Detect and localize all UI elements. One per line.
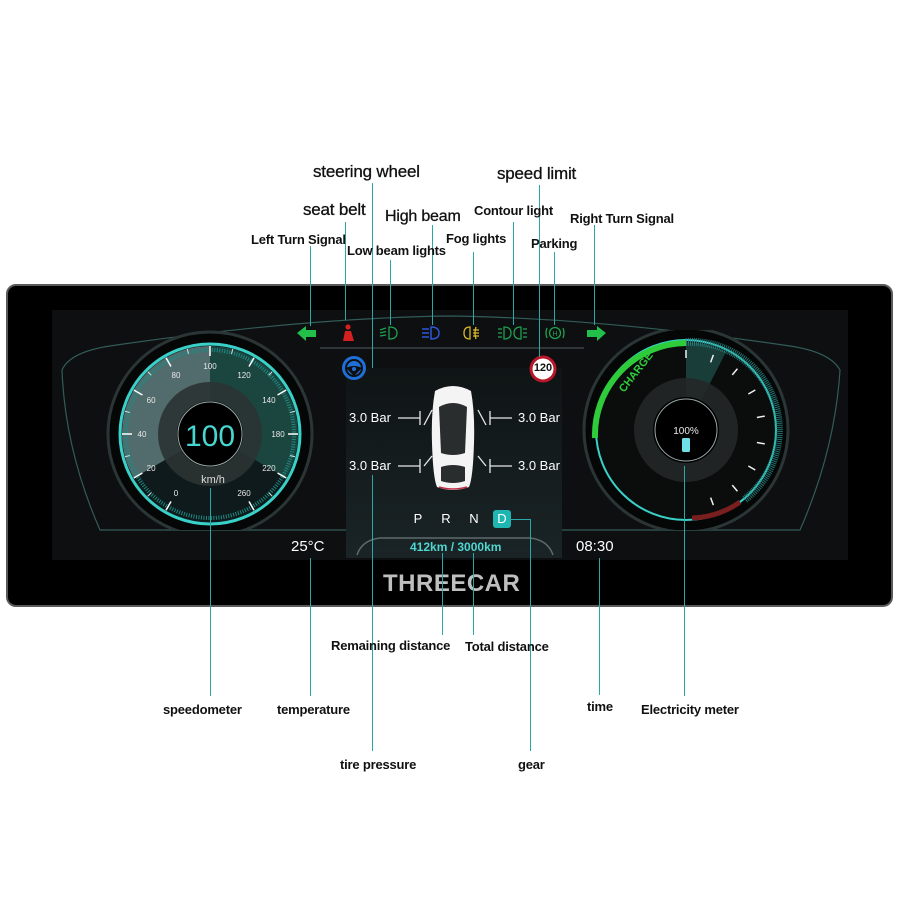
- leader-gear: [530, 519, 531, 751]
- time-readout: 08:30: [576, 538, 614, 555]
- callout-high-beam: High beam: [385, 208, 461, 225]
- leader-contour: [513, 222, 514, 325]
- gear-n[interactable]: N: [460, 510, 488, 528]
- leader-low-beam: [390, 260, 391, 325]
- callout-electricity-meter: Electricity meter: [641, 702, 739, 717]
- gear-selector: P R N D: [404, 510, 511, 528]
- callout-seat-belt: seat belt: [303, 200, 366, 219]
- tire-pressure-leaders: [398, 409, 512, 473]
- gear-r[interactable]: R: [432, 510, 460, 528]
- callout-gear: gear: [518, 757, 545, 772]
- leader-speedometer: [210, 488, 211, 696]
- distance-readout: 412km / 3000km: [410, 540, 502, 554]
- leader-parking: [554, 252, 555, 325]
- leader-remaining-distance: [442, 553, 443, 635]
- callout-time: time: [587, 699, 613, 714]
- temperature-readout: 25°C: [291, 538, 325, 555]
- leader-time: [599, 558, 600, 695]
- leader-steering-wheel: [372, 183, 373, 368]
- callout-parking: Parking: [531, 236, 578, 251]
- leader-fog: [473, 252, 474, 325]
- callout-steering-wheel: steering wheel: [313, 162, 420, 181]
- leader-gear-h: [509, 519, 531, 520]
- leader-temperature: [310, 558, 311, 696]
- callout-contour-light: Contour light: [474, 203, 553, 218]
- callout-left-turn-signal: Left Turn Signal: [251, 232, 346, 247]
- callout-speed-limit: speed limit: [497, 164, 577, 183]
- callout-temperature: temperature: [277, 702, 350, 717]
- leader-electricity-meter: [684, 466, 685, 696]
- callout-fog-lights: Fog lights: [446, 231, 507, 246]
- tire-pressure-front-left: 3.0 Bar: [349, 410, 391, 425]
- leader-high-beam: [432, 225, 433, 325]
- tire-pressure-rear-right: 3.0 Bar: [518, 458, 560, 473]
- callout-tire-pressure: tire pressure: [340, 757, 417, 772]
- leader-right-turn: [594, 225, 595, 325]
- leader-total-distance: [473, 553, 474, 635]
- gear-p[interactable]: P: [404, 510, 432, 528]
- tire-pressure-rear-left: 3.0 Bar: [349, 458, 391, 473]
- callout-speedometer: speedometer: [163, 702, 242, 717]
- callout-total-distance: Total distance: [465, 639, 549, 654]
- leader-tire-pressure: [372, 475, 373, 751]
- tire-pressure-front-right: 3.0 Bar: [518, 410, 560, 425]
- callout-right-turn-signal: Right Turn Signal: [570, 211, 674, 226]
- callout-low-beam-lights: Low beam lights: [347, 243, 446, 258]
- callout-remaining-distance: Remaining distance: [331, 638, 451, 653]
- leader-left-turn: [310, 246, 311, 326]
- brand-logo: THREECAR: [383, 570, 521, 597]
